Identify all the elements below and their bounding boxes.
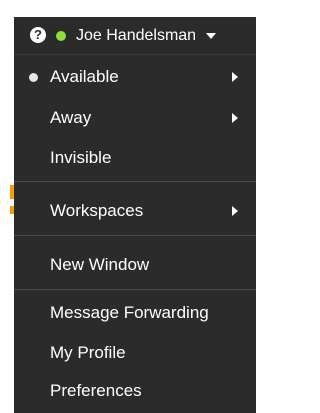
- menu-item-label: Away: [50, 108, 92, 127]
- menu-item-away[interactable]: Away: [14, 103, 256, 133]
- menu-item-message-forwarding[interactable]: Message Forwarding: [14, 298, 256, 328]
- chevron-down-icon: [206, 33, 217, 39]
- chevron-right-icon: [232, 72, 238, 82]
- help-icon[interactable]: ?: [30, 27, 46, 43]
- user-status-button[interactable]: Joe Handelsman: [52, 21, 252, 51]
- chevron-right-icon: [232, 206, 238, 216]
- menu-divider: [14, 235, 256, 236]
- menu-item-workspaces[interactable]: Workspaces: [14, 196, 256, 226]
- menu-item-label: My Profile: [50, 343, 126, 362]
- menu-item-label: New Window: [50, 255, 150, 274]
- menu-item-label: Preferences: [50, 381, 142, 400]
- menu-item-label: Message Forwarding: [50, 303, 209, 322]
- online-status-icon: [56, 31, 66, 41]
- menu-item-available[interactable]: Available: [14, 62, 256, 92]
- user-name: Joe Handelsman: [76, 27, 197, 44]
- menu-item-preferences[interactable]: Preferences: [14, 376, 256, 406]
- menu-divider: [14, 289, 256, 290]
- selected-bullet-icon: [29, 73, 38, 82]
- menu-item-invisible[interactable]: Invisible: [14, 143, 256, 173]
- menu-item-label: Invisible: [50, 148, 112, 167]
- background-edge: [0, 0, 14, 413]
- top-bar: ? Joe Handelsman: [14, 17, 256, 54]
- menu-item-label: Available: [50, 67, 119, 86]
- menu-item-label: Workspaces: [50, 201, 144, 220]
- chevron-right-icon: [232, 113, 238, 123]
- menu-item-new-window[interactable]: New Window: [14, 250, 256, 280]
- menu-item-my-profile[interactable]: My Profile: [14, 338, 256, 368]
- menu-divider: [14, 181, 256, 182]
- status-menu: Available Away Invisible Workspaces New …: [14, 54, 256, 413]
